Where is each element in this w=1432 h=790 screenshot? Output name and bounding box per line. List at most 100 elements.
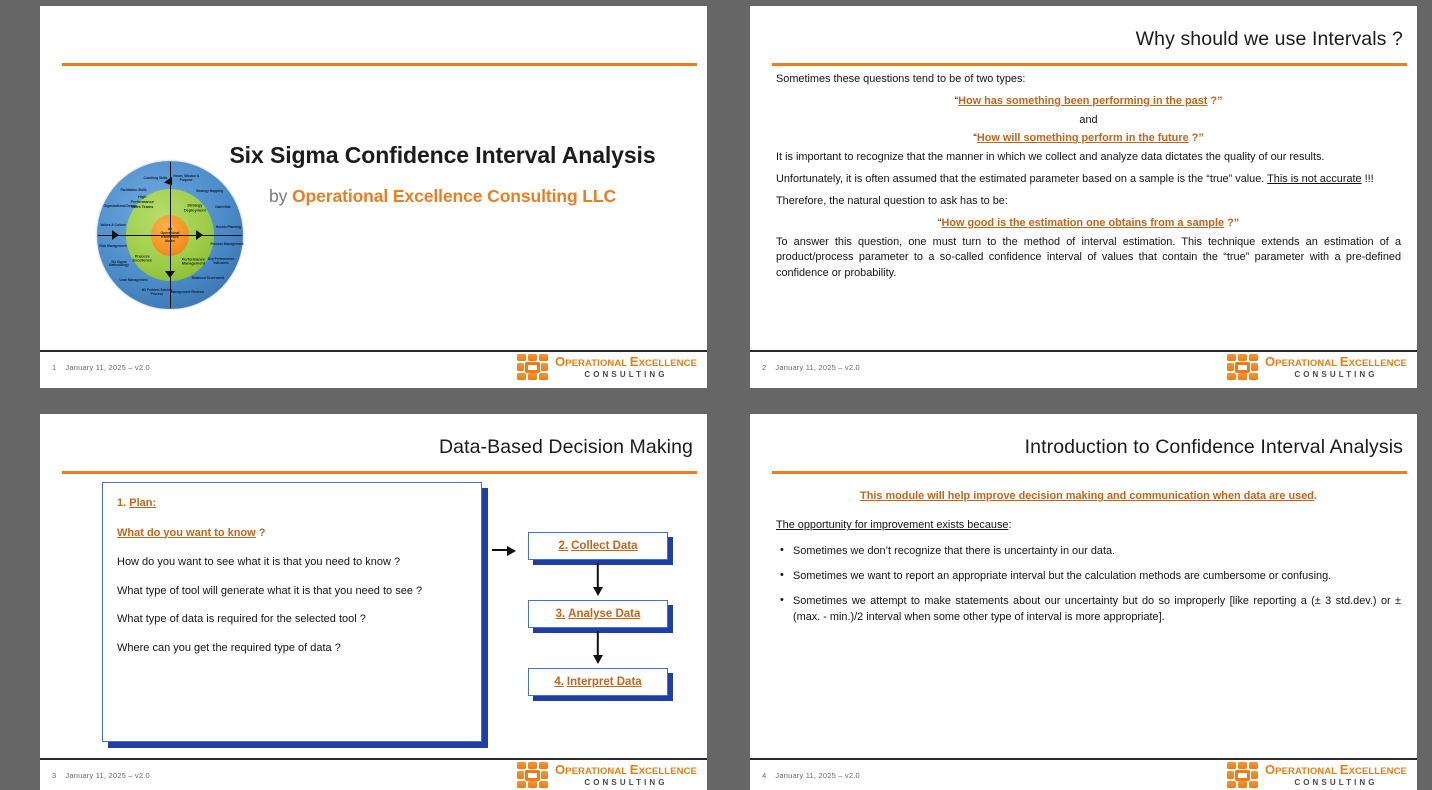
- model-outer-label-0: Coaching Skills: [143, 175, 168, 180]
- model-outer-label-13: Values & Culture: [100, 223, 126, 228]
- flow-step-interpret-data[interactable]: 4. Interpret Data: [528, 668, 668, 696]
- model-outer-label-5: Process Management: [210, 242, 244, 247]
- presentation-title: Six Sigma Confidence Interval Analysis: [229, 142, 656, 168]
- model-arrow-left: [111, 230, 119, 240]
- list-item: Sometimes we attempt to make statements …: [776, 593, 1401, 626]
- company-logo: OOperationalPERATIONAL EXCELLENCE CONSUL…: [516, 354, 697, 380]
- paragraph-intro: Sometimes these questions tend to be of …: [776, 73, 1026, 85]
- paragraph-2-underlined: This is not accurate: [1267, 173, 1362, 186]
- lead-statement: This module will help improve decision m…: [818, 488, 1359, 504]
- conjunction-and: and: [1079, 113, 1098, 126]
- slide-3[interactable]: Data-Based Decision Making 1. Plan: What…: [40, 414, 707, 790]
- arrow-stem: [492, 549, 508, 552]
- footer-date: January 11, 2025 – v2.0: [775, 771, 860, 780]
- company-logo: OPERATIONAL EXCELLENCE CONSULTING: [1226, 353, 1407, 380]
- logo-wordmark: OOperationalPERATIONAL EXCELLENCE CONSUL…: [555, 355, 697, 380]
- model-core-label: An Operational Excellence Model: [160, 226, 180, 244]
- paragraph-2-a: Unfortunately, it is often assumed that …: [776, 173, 1268, 186]
- title-accent-rule: [772, 63, 1407, 66]
- logo-line-1: OPERATIONAL EXCELLENCE: [554, 761, 697, 777]
- plan-question: What do you want to know ?: [117, 525, 467, 542]
- model-outer-label-7: Balanced Scorecards: [191, 276, 225, 281]
- model-outer-label-3: Catch Ball: [214, 205, 231, 210]
- plan-item-0: How do you want to see what it is that y…: [117, 556, 401, 568]
- title-accent-rule: [772, 471, 1407, 474]
- slide-body: Sometimes these questions tend to be of …: [776, 72, 1401, 288]
- opportunity-heading-colon: :: [1008, 519, 1012, 532]
- plan-item-3: Where can you get the required type of d…: [117, 641, 341, 654]
- flow-step-analyse-data[interactable]: 3. Analyse Data: [528, 600, 668, 628]
- flow-step-label: Collect Data: [571, 540, 638, 552]
- model-outer-label-12: Risk Management: [99, 243, 127, 248]
- plan-question-text: What do you want to know: [117, 526, 256, 539]
- opportunity-heading-text: The opportunity for improvement exists b…: [776, 519, 1009, 532]
- slide-2[interactable]: Why should we use Intervals ? Sometimes …: [750, 6, 1417, 388]
- logo-line-2: CONSULTING: [1294, 370, 1378, 380]
- model-outer-label-6: Key Performance Indicators: [207, 256, 235, 265]
- model-arrow-bottom: [165, 270, 175, 278]
- footer-meta: 1 January 11, 2025 – v2.0: [52, 363, 150, 372]
- question-1-text: How has something been performing in the…: [958, 94, 1208, 107]
- presentation-byline: by Operational Excellence Consulting LLC: [190, 186, 695, 207]
- footer-meta: 4 January 11, 2025 – v2.0: [762, 771, 860, 780]
- flow-step-label: Interpret Data: [566, 676, 642, 688]
- logo-wordmark: OPERATIONAL EXCELLENCE CONSULTING: [1265, 763, 1407, 788]
- plan-step-label: Plan:: [129, 497, 157, 509]
- flow-step-number: 3.: [555, 608, 566, 620]
- slide-number: 2: [762, 363, 767, 372]
- question-2: “How will something perform in the futur…: [776, 131, 1401, 147]
- footer-meta: 3 January 11, 2025 – v2.0: [52, 771, 150, 780]
- list-item: Sometimes we don’t recognize that there …: [776, 543, 1401, 560]
- plan-step-number: 1.: [117, 497, 130, 509]
- logo-line-2: CONSULTING: [1294, 778, 1378, 788]
- slide-body: This module will help improve decision m…: [776, 480, 1401, 634]
- flow-step-collect-data[interactable]: 2. Collect Data: [528, 532, 668, 560]
- opportunity-heading: The opportunity for improvement exists b…: [776, 518, 1401, 534]
- flow-step-label: Analyse Data: [568, 608, 641, 620]
- arrow-head: [593, 587, 603, 596]
- paragraph-1: It is important to recognize that the ma…: [776, 151, 1325, 164]
- byline-prefix: by: [268, 186, 293, 206]
- logo-line-2: CONSULTING: [584, 370, 668, 380]
- model-outer-label-11: Six Sigma Methodology: [108, 259, 129, 268]
- footer-meta: 2 January 11, 2025 – v2.0: [762, 363, 860, 372]
- flow-arrow-into-collect: [492, 545, 518, 556]
- logo-grid-icon: [516, 762, 548, 788]
- model-arrow-right: [196, 230, 204, 240]
- logo-grid-icon: [1226, 354, 1258, 380]
- page-title: Why should we use Intervals ?: [1135, 28, 1403, 50]
- flow-step-number: 2.: [558, 540, 569, 552]
- slide-1[interactable]: Six Sigma Confidence Interval Analysis b…: [40, 6, 707, 388]
- logo-line-1: OOperationalPERATIONAL EXCELLENCE: [554, 353, 697, 369]
- lead-statement-period: .: [1313, 490, 1317, 502]
- model-outer-label-8: Management Reviews: [170, 289, 205, 294]
- plan-heading: 1. Plan:: [117, 495, 467, 512]
- flow-arrow-collect-to-analyse: [528, 560, 668, 600]
- company-logo: OPERATIONAL EXCELLENCE CONSULTING: [1226, 762, 1407, 788]
- arrow-stem: [596, 563, 600, 589]
- slide-4[interactable]: Introduction to Confidence Interval Anal…: [750, 414, 1417, 790]
- quote-close: ?”: [1224, 216, 1240, 229]
- page-title: Data-Based Decision Making: [438, 436, 693, 458]
- paragraph-3: Therefore, the natural question to ask h…: [776, 194, 1008, 207]
- slide-number: 1: [52, 363, 57, 372]
- plan-item-1: What type of tool will generate what it …: [117, 584, 423, 597]
- operational-excellence-model-diagram: An Operational Excellence Model High Per…: [97, 161, 243, 309]
- slide-number: 4: [762, 771, 767, 780]
- footer-divider: [750, 349, 1417, 352]
- flow-arrow-analyse-to-interpret: [528, 628, 668, 668]
- page-title: Introduction to Confidence Interval Anal…: [1024, 436, 1403, 458]
- logo-line-1: OPERATIONAL EXCELLENCE: [1264, 761, 1407, 777]
- list-item: Sometimes we want to report an appropria…: [776, 568, 1401, 585]
- question-3: “How good is the estimation one obtains …: [776, 216, 1401, 232]
- footer-date: January 11, 2025 – v2.0: [65, 363, 150, 372]
- logo-grid-icon: [1226, 762, 1258, 788]
- question-2-text: How will something perform in the future: [976, 132, 1189, 145]
- plan-panel: 1. Plan: What do you want to know ? How …: [102, 482, 482, 742]
- footer-date: January 11, 2025 – v2.0: [775, 363, 860, 372]
- logo-line-1: OPERATIONAL EXCELLENCE: [1264, 353, 1407, 369]
- paragraph-4: To answer this question, one must turn t…: [776, 235, 1401, 280]
- flow-chart: 2. Collect Data 3. Analyse Data 4. Inter…: [518, 532, 673, 696]
- arrow-head: [507, 545, 516, 556]
- arrow-head: [593, 655, 603, 664]
